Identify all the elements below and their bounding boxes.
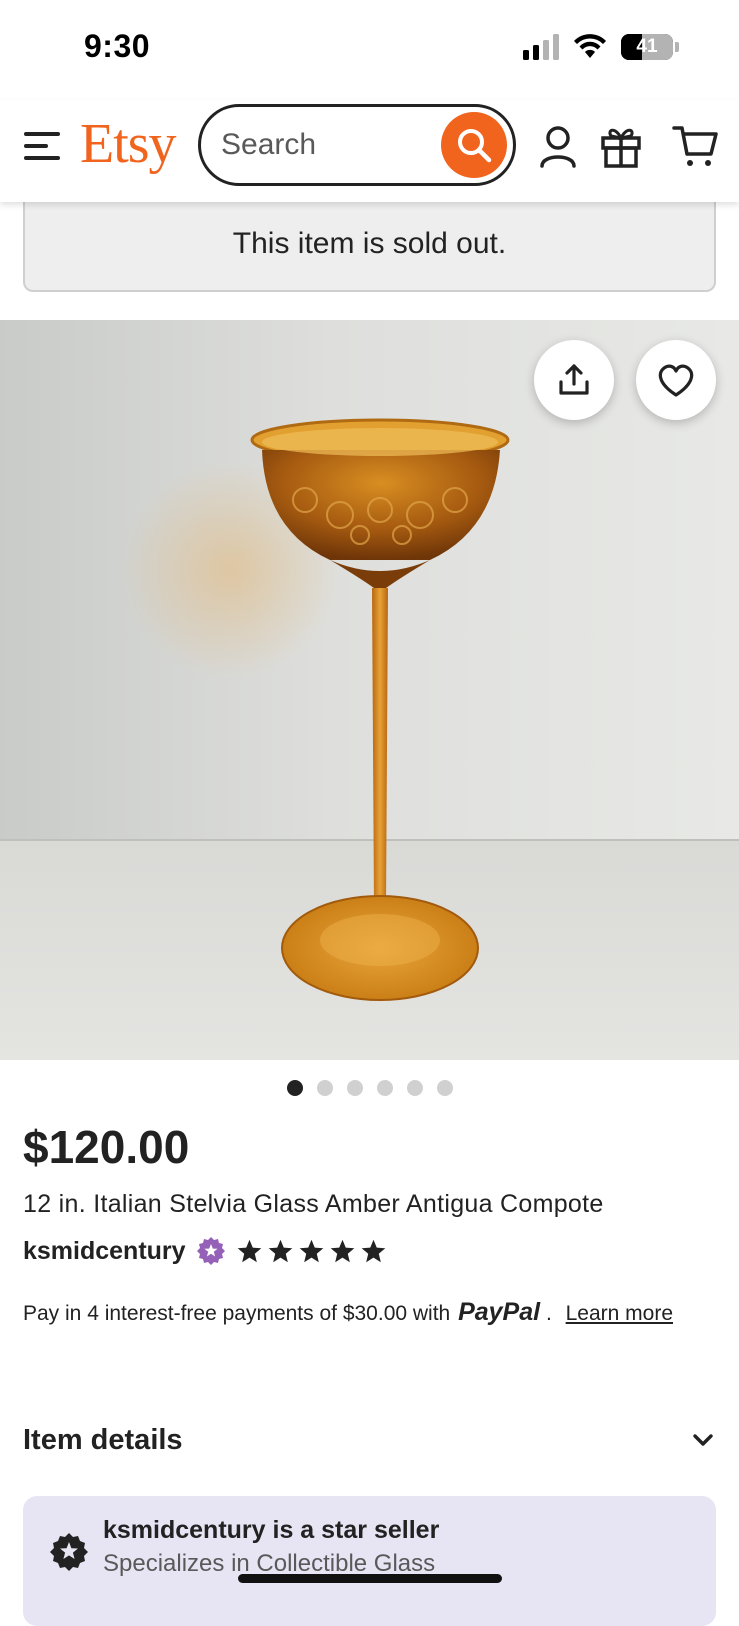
- star-seller-badge-icon: [196, 1237, 225, 1265]
- listing-price: $120.00: [23, 1121, 190, 1173]
- seller-row: ksmidcentury: [23, 1236, 387, 1266]
- pager-dot[interactable]: [436, 1080, 453, 1096]
- seller-name-link[interactable]: ksmidcentury: [23, 1237, 186, 1266]
- image-pager-dots[interactable]: [0, 1080, 739, 1096]
- pager-dot[interactable]: [346, 1080, 363, 1096]
- rating-star-icon: [268, 1239, 292, 1262]
- search-bar: [198, 104, 516, 186]
- cellular-signal-icon: [523, 34, 559, 60]
- battery-icon: 41: [621, 34, 673, 60]
- favorite-heart-icon: [658, 364, 694, 397]
- status-bar: 9:30 41: [0, 0, 739, 100]
- pager-dot[interactable]: [376, 1080, 393, 1096]
- account-icon[interactable]: [534, 122, 582, 170]
- wifi-icon: [574, 34, 606, 58]
- chevron-down-icon: [693, 1434, 713, 1446]
- home-indicator[interactable]: [238, 1574, 502, 1583]
- cart-icon[interactable]: [672, 122, 720, 170]
- search-input[interactable]: [221, 107, 431, 183]
- sold-out-banner: This item is sold out.: [23, 198, 716, 292]
- rating-star-icon: [299, 1239, 323, 1262]
- battery-tip: [675, 42, 679, 52]
- share-icon: [559, 364, 589, 395]
- paypal-installments: Pay in 4 interest-free payments of $30.0…: [23, 1298, 673, 1327]
- product-photo: [0, 320, 739, 1060]
- rating-star-icon: [330, 1239, 354, 1262]
- item-details-heading: Item details: [23, 1423, 183, 1456]
- item-details-toggle[interactable]: Item details: [23, 1418, 716, 1462]
- star-seller-title: ksmidcentury is a star seller: [103, 1516, 440, 1544]
- learn-more-link[interactable]: Learn more: [566, 1302, 673, 1325]
- rating-star-icon: [237, 1239, 261, 1262]
- star-seller-icon: [50, 1533, 88, 1571]
- paypal-separator: .: [545, 1302, 552, 1325]
- status-time: 9:30: [84, 28, 151, 64]
- rating-stars[interactable]: [236, 1238, 387, 1265]
- paypal-logo: PayPal: [458, 1298, 541, 1326]
- product-image[interactable]: [0, 320, 739, 1060]
- pager-dot[interactable]: [406, 1080, 423, 1096]
- share-button[interactable]: [534, 340, 614, 420]
- search-icon: [458, 129, 492, 163]
- gift-icon[interactable]: [597, 122, 645, 170]
- rating-star-icon: [361, 1239, 385, 1262]
- pager-dot[interactable]: [316, 1080, 333, 1096]
- paypal-installments-text: Pay in 4 interest-free payments of $30.0…: [23, 1302, 451, 1325]
- listing-title: 12 in. Italian Stelvia Glass Amber Antig…: [23, 1190, 604, 1218]
- search-button[interactable]: [441, 112, 507, 178]
- star-seller-card: ksmidcentury is a star seller Specialize…: [23, 1496, 716, 1626]
- status-icons: 41: [523, 34, 679, 60]
- battery-level: 41: [636, 36, 658, 57]
- pager-dot[interactable]: [286, 1080, 303, 1096]
- menu-icon[interactable]: [24, 128, 60, 164]
- favorite-button[interactable]: [636, 340, 716, 420]
- etsy-logo[interactable]: Etsy: [80, 112, 177, 176]
